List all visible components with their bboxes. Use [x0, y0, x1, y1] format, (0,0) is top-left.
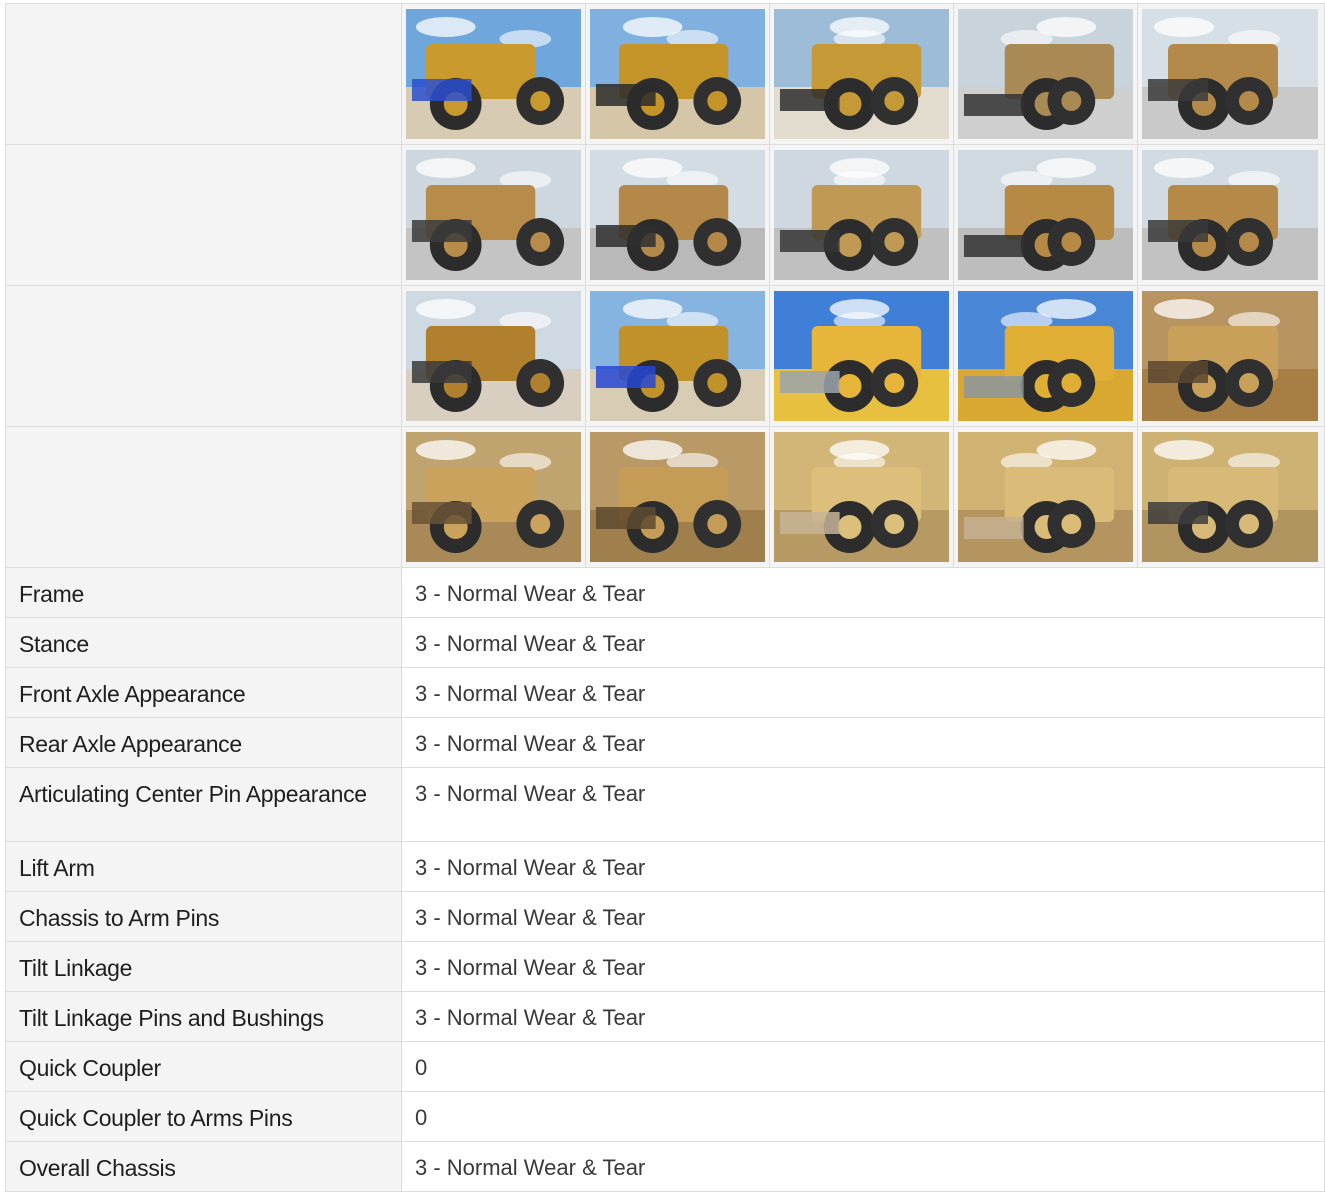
- row-value: 0: [401, 1091, 1325, 1142]
- row-value: 3 - Normal Wear & Tear: [401, 767, 1325, 842]
- photo-thumbnail[interactable]: [586, 286, 770, 426]
- photo-thumbnail[interactable]: [954, 145, 1138, 285]
- row-label: Frame: [5, 567, 402, 618]
- row-value: 3 - Normal Wear & Tear: [401, 717, 1325, 768]
- row-label: Quick Coupler: [5, 1041, 402, 1092]
- photo-underside-axle-1: [958, 9, 1133, 139]
- photo-coupler-pin-2: [958, 432, 1133, 562]
- inspection-row-chassis-arm-pins: Chassis to Arm Pins 3 - Normal Wear & Te…: [5, 891, 1325, 942]
- inspection-row-quick-coupler-pins: Quick Coupler to Arms Pins 0: [5, 1091, 1325, 1142]
- photo-thumbnail[interactable]: [954, 427, 1138, 567]
- photo-strip: [402, 286, 1324, 426]
- photo-tire-closeup-3: [1142, 150, 1318, 280]
- photo-strip: [402, 427, 1324, 567]
- photo-thumbnail[interactable]: [770, 4, 954, 144]
- inspection-row-tilt-linkage: Tilt Linkage 3 - Normal Wear & Tear: [5, 941, 1325, 992]
- photo-strip-cell: [401, 144, 1325, 286]
- photo-row-label-cell: [5, 144, 402, 286]
- photo-strip-cell: [401, 285, 1325, 427]
- photo-coupler-pin-1: [774, 432, 949, 562]
- photo-tire-closeup-2: [958, 150, 1133, 280]
- photo-strip-cell: [401, 426, 1325, 568]
- inspection-table: Frame 3 - Normal Wear & Tear Stance 3 - …: [5, 3, 1325, 1192]
- photo-thumbnail[interactable]: [1138, 4, 1322, 144]
- photo-lift-cylinder-1: [774, 291, 949, 421]
- row-label: Quick Coupler to Arms Pins: [5, 1091, 402, 1142]
- photo-thumbnail[interactable]: [770, 427, 954, 567]
- row-value: 3 - Normal Wear & Tear: [401, 841, 1325, 892]
- photo-strip: [402, 4, 1324, 144]
- row-label: Stance: [5, 617, 402, 668]
- row-label: Overall Chassis: [5, 1141, 402, 1192]
- photo-center-pin-1: [406, 432, 581, 562]
- row-value: 3 - Normal Wear & Tear: [401, 667, 1325, 718]
- row-label: Tilt Linkage: [5, 941, 402, 992]
- photo-thumbnail[interactable]: [402, 427, 586, 567]
- photo-thumbnail[interactable]: [770, 145, 954, 285]
- inspection-report: Frame 3 - Normal Wear & Tear Stance 3 - …: [5, 3, 1325, 1192]
- row-value: 3 - Normal Wear & Tear: [401, 617, 1325, 668]
- photo-row-label-cell: [5, 426, 402, 568]
- inspection-row-lift-arm: Lift Arm 3 - Normal Wear & Tear: [5, 841, 1325, 892]
- inspection-row-quick-coupler: Quick Coupler 0: [5, 1041, 1325, 1092]
- photo-thumbnail[interactable]: [770, 286, 954, 426]
- photo-row-label-cell: [5, 285, 402, 427]
- inspection-row-frame: Frame 3 - Normal Wear & Tear: [5, 567, 1325, 618]
- inspection-row-overall-chassis: Overall Chassis 3 - Normal Wear & Tear: [5, 1141, 1325, 1192]
- photo-tire-closeup-1: [406, 150, 581, 280]
- row-label: Lift Arm: [5, 841, 402, 892]
- photo-thumbnail[interactable]: [402, 286, 586, 426]
- row-value: 3 - Normal Wear & Tear: [401, 567, 1325, 618]
- row-value: 0: [401, 1041, 1325, 1092]
- row-label: Front Axle Appearance: [5, 667, 402, 718]
- photo-thumbnail[interactable]: [1138, 145, 1322, 285]
- inspection-row-rear-axle: Rear Axle Appearance 3 - Normal Wear & T…: [5, 717, 1325, 768]
- photo-lift-cylinder-2: [958, 291, 1133, 421]
- photo-row: [5, 144, 1325, 286]
- row-label: Articulating Center Pin Appearance: [5, 767, 402, 842]
- photo-thumbnail[interactable]: [1138, 427, 1322, 567]
- row-value: 3 - Normal Wear & Tear: [401, 991, 1325, 1042]
- photo-thumbnail[interactable]: [586, 145, 770, 285]
- photo-thumbnail[interactable]: [954, 4, 1138, 144]
- photo-thumbnail[interactable]: [402, 4, 586, 144]
- photo-frame-underside-2: [774, 150, 949, 280]
- photo-center-pin-2: [590, 432, 765, 562]
- photo-thumbnail[interactable]: [402, 145, 586, 285]
- photo-frame-underside-1: [590, 150, 765, 280]
- photo-thumbnail[interactable]: [954, 286, 1138, 426]
- photo-thumbnail[interactable]: [586, 427, 770, 567]
- photo-linkage-pin-1: [1142, 291, 1318, 421]
- row-value: 3 - Normal Wear & Tear: [401, 1141, 1325, 1192]
- photo-loader-front-right: [590, 9, 765, 139]
- photo-loader-front-left: [406, 9, 581, 139]
- row-label: Rear Axle Appearance: [5, 717, 402, 768]
- photo-row: [5, 3, 1325, 145]
- photo-row-label-cell: [5, 3, 402, 145]
- row-label: Chassis to Arm Pins: [5, 891, 402, 942]
- inspection-row-front-axle: Front Axle Appearance 3 - Normal Wear & …: [5, 667, 1325, 718]
- inspection-row-tilt-linkage-pins: Tilt Linkage Pins and Bushings 3 - Norma…: [5, 991, 1325, 1042]
- row-label: Tilt Linkage Pins and Bushings: [5, 991, 402, 1042]
- photo-underside-axle-2: [1142, 9, 1318, 139]
- photo-loader-rear: [774, 9, 949, 139]
- row-value: 3 - Normal Wear & Tear: [401, 941, 1325, 992]
- photo-strip-cell: [401, 3, 1325, 145]
- inspection-row-stance: Stance 3 - Normal Wear & Tear: [5, 617, 1325, 668]
- row-value: 3 - Normal Wear & Tear: [401, 891, 1325, 942]
- photo-underside-view: [406, 291, 581, 421]
- inspection-row-center-pin: Articulating Center Pin Appearance 3 - N…: [5, 767, 1325, 842]
- photo-row: [5, 285, 1325, 427]
- photo-thumbnail[interactable]: [1138, 286, 1322, 426]
- photo-loader-bucket-front: [590, 291, 765, 421]
- photo-row: [5, 426, 1325, 568]
- photo-thumbnail[interactable]: [586, 4, 770, 144]
- photo-coupler-pin-3: [1142, 432, 1318, 562]
- photo-strip: [402, 145, 1324, 285]
